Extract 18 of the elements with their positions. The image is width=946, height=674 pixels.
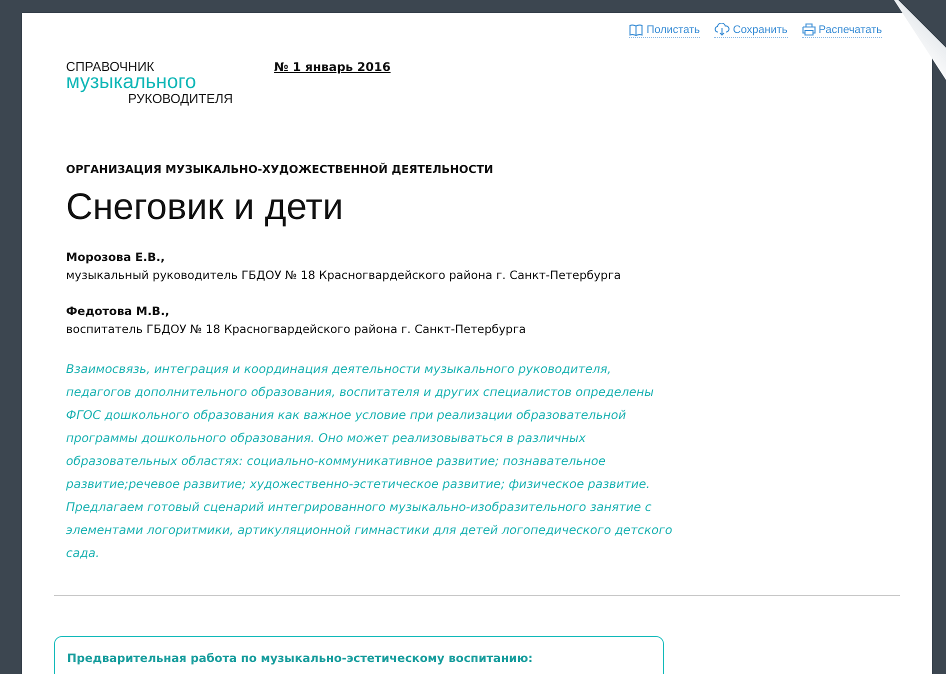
printer-icon	[802, 23, 816, 36]
author-name: Морозова Е.В.,	[66, 250, 166, 264]
toolbar-link[interactable]: Сохранить	[714, 23, 788, 38]
toolbar-link[interactable]: Распечатать	[802, 23, 882, 38]
box-heading: Предварительная работа по музыкально-эстетическому воспитанию:	[67, 651, 534, 665]
toolbar-link[interactable]: Полистать	[629, 23, 700, 38]
author-name: Федотова М.В.,	[66, 304, 170, 318]
lead-paragraph: Взаимосвязь, интеграция и координация деятельности музыкального руководителя, педагогов дополнительного образования, воспитателя и других специалистов определены ФГОС дошкольного образования как важное условие при реализации образовательной программы дошкольного образования. Оно может реализовываться в различных образовательных областях: социально-коммуникативное развитие; познавательное развитие;речевое развитие; художественно-эстетическое развитие; физическое развитие. Предлагаем готовый сценарий интегрированного музыкально-изобразительного занятие с элементами логоритмики, артикуляционной гимнастики для детей логопедического детского сада.	[66, 361, 674, 562]
author-position: музыкальный руководитель ГБДОУ № 18 Красногвардейского района г. Санкт-Петербурга	[66, 268, 622, 282]
issue-link[interactable]: № 1 январь 2016	[274, 60, 391, 74]
logo-text: РУКОВОДИТЕЛЯ	[128, 92, 233, 105]
author-position: воспитатель ГБДОУ № 18 Красногвардейского района г. Санкт-Петербурга	[66, 322, 527, 336]
cloud-download-icon	[714, 23, 730, 36]
rubric-heading: ОРГАНИЗАЦИЯ МУЗЫКАЛЬНО-ХУДОЖЕСТВЕННОЙ ДЕЯТЕЛЬНОСТИ	[66, 163, 494, 176]
logo-text: музыкального	[66, 72, 198, 92]
article-title: Снеговик и дети	[66, 186, 344, 228]
logo-text: СПРАВОЧНИК	[66, 60, 156, 73]
book-icon	[629, 24, 644, 36]
